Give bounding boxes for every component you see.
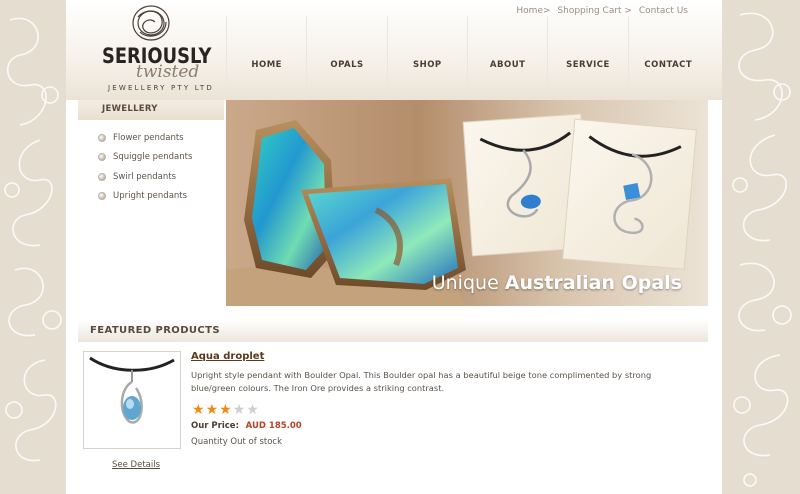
product-image[interactable] xyxy=(83,351,181,449)
nav-label: OPALS xyxy=(330,60,364,70)
sidebar-item-label: Squiggle pendants xyxy=(113,152,193,163)
logo-tagline: JEWELLERY PTY LTD xyxy=(108,84,214,92)
price-label: Our Price: xyxy=(191,421,239,431)
nav-label: HOME xyxy=(251,60,282,70)
bullet-icon xyxy=(98,133,106,142)
star-empty-icon: ★ xyxy=(246,402,259,418)
sidebar-item-upright[interactable]: Upright pendants xyxy=(98,187,192,207)
sidebar-item-flower[interactable]: Flower pendants xyxy=(98,128,192,148)
nav-item-opals[interactable]: OPALS xyxy=(306,16,386,98)
featured-heading: FEATURED PRODUCTS xyxy=(78,320,708,342)
nav-item-shop[interactable]: SHOP xyxy=(386,16,467,98)
bullet-icon xyxy=(98,153,106,162)
nav-item-about[interactable]: ABOUT xyxy=(466,16,547,98)
product-price: Our Price: AUD 185.00 xyxy=(191,421,302,431)
see-details-link[interactable]: See Details xyxy=(112,460,160,470)
price-value: AUD 185.00 xyxy=(245,421,302,431)
sidebar-list: Flower pendants Squiggle pendants Swirl … xyxy=(98,128,192,206)
stock-status: Quantity Out of stock xyxy=(191,437,282,447)
util-link-cart[interactable]: Shopping Cart > xyxy=(557,6,632,16)
hero-banner: Unique Australian Opals xyxy=(226,100,708,306)
sidebar-heading: JEWELLERY xyxy=(78,100,224,120)
nav-item-service[interactable]: SERVICE xyxy=(547,16,627,98)
nav-item-home[interactable]: HOME xyxy=(226,16,306,98)
star-filled-icon: ★ xyxy=(205,402,219,418)
background-swirl-right xyxy=(720,0,800,494)
banner-headline-bold: Australian Opals xyxy=(504,272,682,294)
banner-headline: Unique Australian Opals xyxy=(432,272,682,294)
nav-label: CONTACT xyxy=(644,60,693,70)
logo-script: twisted xyxy=(136,62,200,82)
background-swirl-left xyxy=(0,0,66,494)
product-title-link[interactable]: Aqua droplet xyxy=(191,351,264,362)
nav-item-contact[interactable]: CONTACT xyxy=(627,16,708,98)
page-container: SERIOUSLY twisted JEWELLERY PTY LTD Home… xyxy=(66,0,722,494)
utility-links: Home> Shopping Cart > Contact Us xyxy=(512,6,688,16)
bullet-icon xyxy=(98,192,106,201)
sidebar-item-swirl[interactable]: Swirl pendants xyxy=(98,167,192,187)
nav-label: ABOUT xyxy=(489,60,526,70)
util-link-contact[interactable]: Contact Us xyxy=(639,6,688,16)
product-rating: ★ ★ ★ ★ ★ xyxy=(192,403,259,417)
nav-label: SERVICE xyxy=(566,60,610,70)
site-logo[interactable]: SERIOUSLY twisted JEWELLERY PTY LTD xyxy=(78,2,226,98)
logo-swirl-icon xyxy=(132,5,170,41)
nav-label: SHOP xyxy=(412,60,442,70)
sidebar-item-label: Upright pendants xyxy=(113,191,188,202)
sidebar-item-label: Swirl pendants xyxy=(113,171,177,182)
star-filled-icon: ★ xyxy=(192,402,205,418)
star-filled-icon: ★ xyxy=(219,402,232,418)
banner-headline-light: Unique xyxy=(431,272,505,294)
product-description: Upright style pendant with Boulder Opal.… xyxy=(191,370,652,393)
util-link-home[interactable]: Home> xyxy=(516,6,550,16)
site-header: SERIOUSLY twisted JEWELLERY PTY LTD Home… xyxy=(66,0,722,100)
sidebar-item-label: Flower pendants xyxy=(113,132,184,143)
star-empty-icon: ★ xyxy=(232,402,246,418)
pendant-image xyxy=(89,356,175,424)
bullet-icon xyxy=(98,172,106,181)
featured-heading-label: FEATURED PRODUCTS xyxy=(90,325,220,336)
sidebar-heading-label: JEWELLERY xyxy=(102,104,158,114)
sidebar-item-squiggle[interactable]: Squiggle pendants xyxy=(98,148,192,168)
main-nav: HOME OPALS SHOP ABOUT SERVICE CONTACT xyxy=(226,16,708,98)
